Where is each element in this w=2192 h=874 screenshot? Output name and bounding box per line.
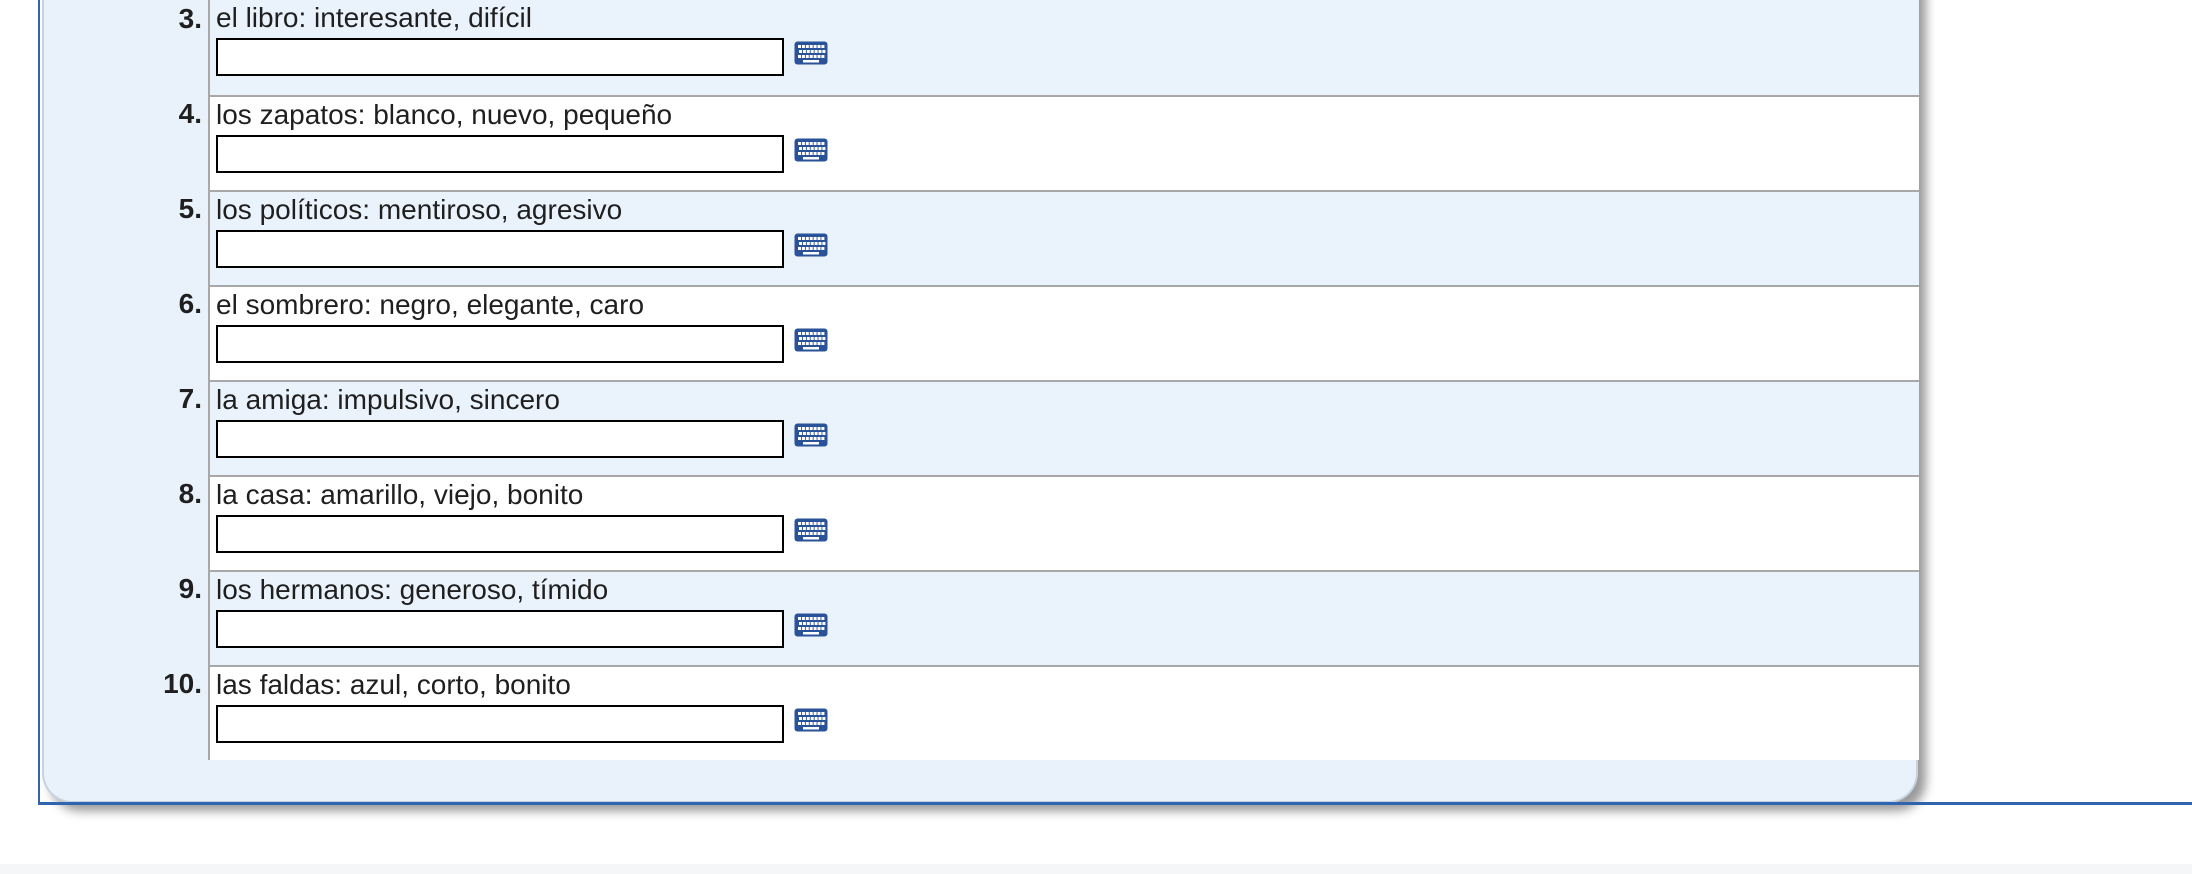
item-number: 6.	[178, 288, 202, 319]
keyboard-icon[interactable]	[794, 613, 828, 637]
exercise-item: 9. los hermanos: generoso, tímido	[140, 570, 1920, 665]
item-prompt: los hermanos: generoso, tímido	[216, 574, 609, 605]
item-number: 4.	[178, 98, 202, 129]
item-prompt: el libro: interesante, difícil	[216, 2, 532, 33]
answer-input[interactable]	[216, 230, 784, 268]
keyboard-icon[interactable]	[794, 708, 828, 732]
item-prompt: las faldas: azul, corto, bonito	[216, 669, 571, 700]
keyboard-icon[interactable]	[794, 328, 828, 352]
item-number: 10.	[163, 668, 202, 699]
item-question-box: el sombrero: negro, elegante, caro	[208, 285, 1919, 380]
answer-input[interactable]	[216, 420, 784, 458]
keyboard-icon[interactable]	[794, 138, 828, 162]
exercise-list: 3. el libro: interesante, difícil 4. los…	[140, 0, 1920, 760]
item-question-box: las faldas: azul, corto, bonito	[208, 665, 1919, 760]
exercise-item: 6. el sombrero: negro, elegante, caro	[140, 285, 1920, 380]
answer-input[interactable]	[216, 610, 784, 648]
content-frame-bottom-border	[38, 802, 2192, 805]
exercise-item: 10. las faldas: azul, corto, bonito	[140, 665, 1920, 760]
item-number: 8.	[178, 478, 202, 509]
exercise-item: 8. la casa: amarillo, viejo, bonito	[140, 475, 1920, 570]
exercise-item: 5. los políticos: mentiroso, agresivo	[140, 190, 1920, 285]
item-question-box: los zapatos: blanco, nuevo, pequeño	[208, 95, 1919, 190]
answer-input[interactable]	[216, 135, 784, 173]
answer-input[interactable]	[216, 515, 784, 553]
item-number: 3.	[178, 3, 202, 34]
exercise-item: 7. la amiga: impulsivo, sincero	[140, 380, 1920, 475]
exercise-card: 3. el libro: interesante, difícil 4. los…	[42, 0, 1920, 803]
item-question-box: la amiga: impulsivo, sincero	[208, 380, 1919, 475]
answer-input[interactable]	[216, 325, 784, 363]
item-question-box: el libro: interesante, difícil	[208, 0, 1919, 95]
item-question-box: la casa: amarillo, viejo, bonito	[208, 475, 1919, 570]
item-question-box: los hermanos: generoso, tímido	[208, 570, 1919, 665]
exercise-item: 4. los zapatos: blanco, nuevo, pequeño	[140, 95, 1920, 190]
answer-input[interactable]	[216, 705, 784, 743]
item-prompt: los políticos: mentiroso, agresivo	[216, 194, 623, 225]
item-question-box: los políticos: mentiroso, agresivo	[208, 190, 1919, 285]
item-number: 5.	[178, 193, 202, 224]
item-prompt: el sombrero: negro, elegante, caro	[216, 289, 645, 320]
keyboard-icon[interactable]	[794, 41, 828, 65]
keyboard-icon[interactable]	[794, 423, 828, 447]
keyboard-icon[interactable]	[794, 518, 828, 542]
item-prompt: la amiga: impulsivo, sincero	[216, 384, 560, 415]
item-number: 7.	[178, 383, 202, 414]
answer-input[interactable]	[216, 38, 784, 76]
item-number: 9.	[178, 573, 202, 604]
exercise-item: 3. el libro: interesante, difícil	[140, 0, 1920, 95]
keyboard-icon[interactable]	[794, 233, 828, 257]
item-prompt: los zapatos: blanco, nuevo, pequeño	[216, 99, 673, 130]
content-frame-left-border	[38, 0, 40, 805]
item-prompt: la casa: amarillo, viejo, bonito	[216, 479, 584, 510]
page-footer-strip	[0, 864, 2192, 874]
